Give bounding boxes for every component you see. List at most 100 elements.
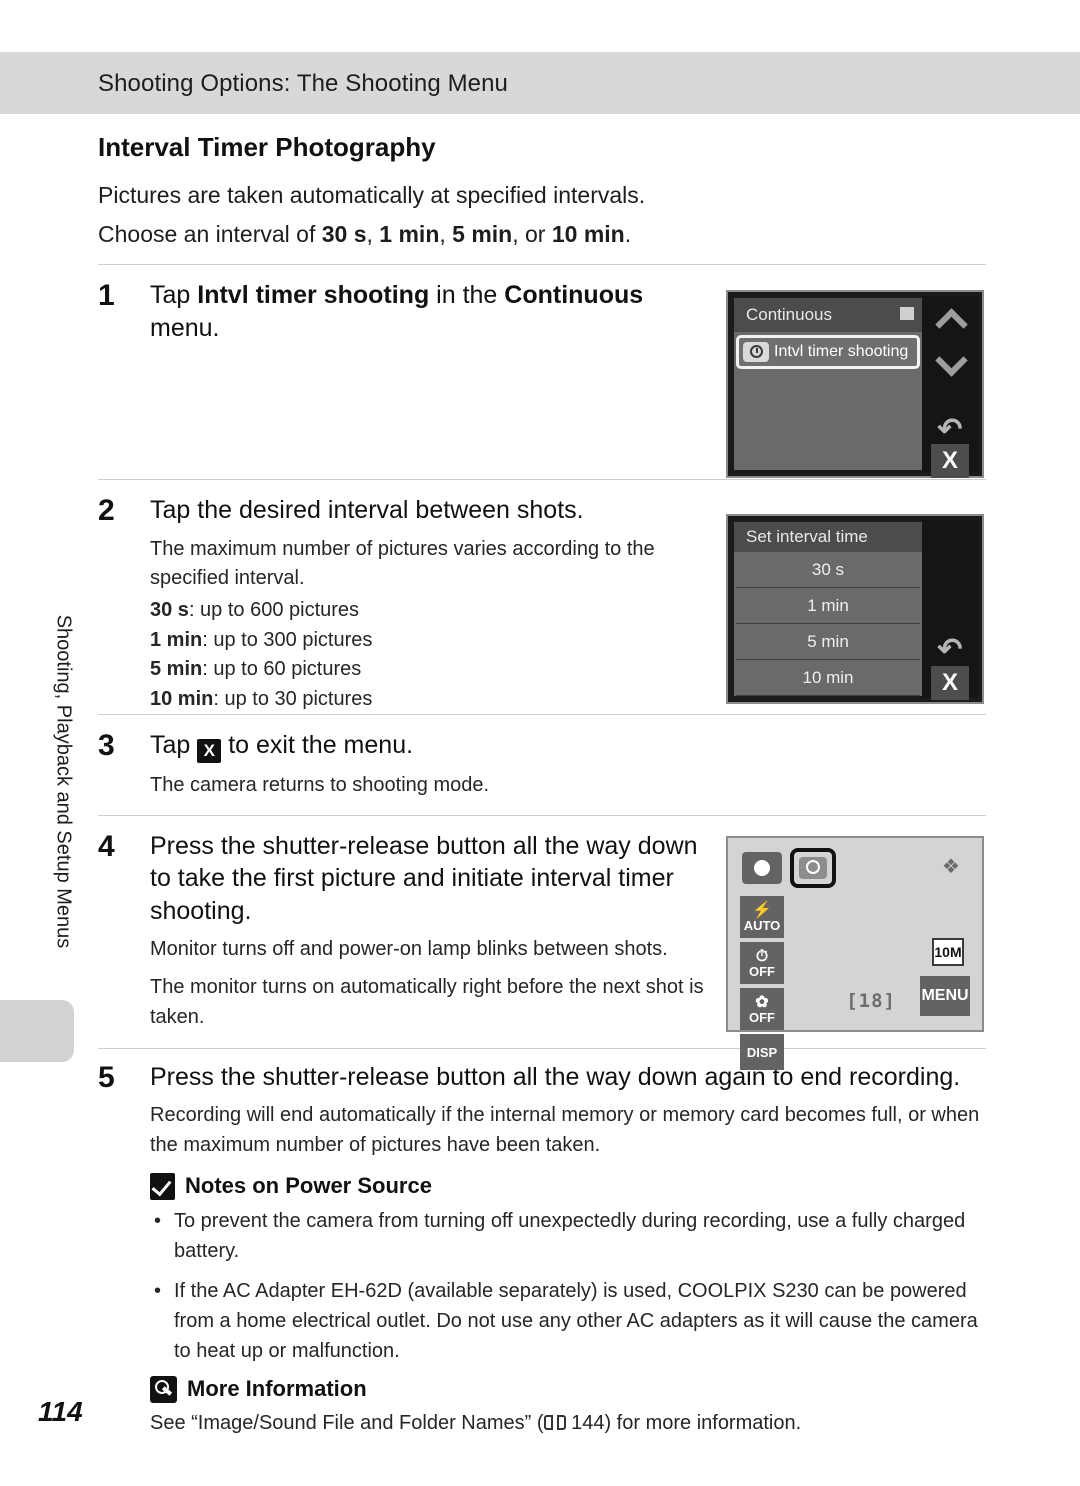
self-timer-button[interactable]: ⏱ OFF: [740, 942, 784, 984]
more-information-text: See “Image/Sound File and Folder Names” …: [150, 1409, 986, 1437]
flash-mode-button[interactable]: ⚡ AUTO: [740, 896, 784, 938]
close-icon: X: [941, 669, 958, 696]
step-2-interval-list: 30 s: up to 600 pictures 1 min: up to 30…: [150, 596, 720, 714]
continuous-menu-titlebar: Continuous: [734, 298, 922, 332]
step-3-head-pre: Tap: [150, 731, 198, 760]
step-3-number: 3: [98, 729, 115, 763]
lead2-sep-3: , or: [512, 220, 552, 247]
interval-label-1min: 1 min: [150, 628, 203, 651]
lead2-sep-1: ,: [366, 220, 380, 247]
step-2-subtext: The maximum number of pictures varies ac…: [150, 537, 655, 590]
interval-row-30s: 30 s: up to 600 pictures: [150, 596, 720, 626]
more-info-post: ) for more information.: [604, 1411, 802, 1434]
step-3-subtext: The camera returns to shooting mode.: [150, 774, 490, 797]
interval-value-30s: : up to 600 pictures: [188, 599, 360, 621]
option-label: 5 min: [807, 631, 849, 651]
more-information: More Information See “Image/Sound File a…: [150, 1375, 986, 1437]
step-1-head-mid: in the: [429, 281, 505, 310]
lead2-suffix: .: [624, 220, 632, 247]
self-timer-label: OFF: [749, 963, 775, 979]
notes-power-source-title-row: Notes on Power Source: [150, 1172, 986, 1200]
notes-power-source: Notes on Power Source To prevent the cam…: [150, 1172, 986, 1366]
step-1-bold-1: Intvl timer shooting: [197, 281, 430, 310]
screenshot-set-interval-time: Set interval time 30 s 1 min 5 min 10 mi…: [726, 514, 984, 704]
option-5min[interactable]: 5 min: [736, 624, 920, 660]
continuous-menu-title: Continuous: [746, 305, 833, 324]
interval-label-10min: 10 min: [150, 687, 214, 710]
screenshot-continuous-menu: Continuous Intvl timer shooting ↶ X: [726, 290, 984, 478]
menu-button[interactable]: MENU: [920, 976, 970, 1016]
lead2-prefix: Choose an interval of: [98, 220, 322, 247]
image-size-label: 10M: [934, 944, 962, 960]
intvl-timer-glyph-icon: [799, 857, 827, 879]
macro-mode-button[interactable]: ✿ OFF: [740, 988, 784, 1030]
option-label: 30 s: [811, 559, 845, 579]
step-4-subtext-1: Monitor turns off and power-on lamp blin…: [150, 938, 668, 961]
back-arrow-icon: ↶: [937, 633, 963, 666]
macro-flower-icon: ✿: [755, 993, 769, 1011]
chapter-side-tab-block: [0, 1000, 74, 1062]
more-info-ref-page: 144: [571, 1411, 605, 1434]
display-button-label: DISP: [746, 1044, 778, 1060]
step-1-number: 1: [98, 279, 115, 313]
option-10min[interactable]: 10 min: [736, 660, 920, 696]
interval-label-30s: 30 s: [150, 599, 189, 621]
set-interval-sidebar: ↶ X: [922, 520, 978, 700]
interval-row-1min: 1 min: up to 300 pictures: [150, 626, 720, 656]
step-5: 5 Press the shutter-release button all t…: [98, 1061, 986, 1161]
scroll-down-button[interactable]: [930, 342, 970, 378]
intvl-timer-active-icon[interactable]: [790, 848, 836, 888]
back-button[interactable]: ↶: [930, 632, 970, 668]
shots-remaining-counter: [18]: [846, 990, 896, 1012]
interval-value-1min: : up to 300 pictures: [202, 628, 373, 651]
tip-icon: [150, 1375, 177, 1403]
shooting-mode-icon[interactable]: [742, 852, 782, 884]
scroll-up-button[interactable]: [930, 302, 970, 338]
menu-button-label: MENU: [921, 987, 969, 1004]
option-label: 10 min: [802, 667, 854, 687]
continuous-menu-sidebar: ↶ X: [922, 296, 978, 478]
step-3: 3 Tap X to exit the menu. The camera ret…: [98, 729, 986, 801]
step-2-number: 2: [98, 494, 115, 528]
macro-mode-label: OFF: [749, 1009, 775, 1025]
option-label: 1 min: [807, 595, 849, 615]
image-size-badge: 10M: [932, 938, 964, 966]
divider-before-step-4: [98, 814, 986, 816]
back-arrow-icon: ↶: [937, 413, 963, 446]
menu-item-intvl-timer-shooting[interactable]: Intvl timer shooting: [736, 335, 920, 369]
interval-value-10min: : up to 30 pictures: [213, 687, 373, 710]
page-number: 114: [38, 1396, 83, 1427]
set-interval-titlebar: Set interval time: [734, 522, 922, 552]
step-5-subtext: Recording will end automatically if the …: [150, 1104, 980, 1156]
option-1min[interactable]: 1 min: [736, 588, 920, 624]
continuous-menu-body: Intvl timer shooting: [734, 332, 922, 470]
option-30s[interactable]: 30 s: [736, 552, 920, 588]
step-4-number: 4: [98, 829, 115, 863]
section-lead-1: Pictures are taken automatically at spec…: [98, 182, 646, 208]
section-lead-2: Choose an interval of 30 s, 1 min, 5 min…: [98, 218, 986, 251]
book-reference-icon: [543, 1414, 566, 1431]
intvl-timer-icon: [743, 342, 769, 362]
down-chevron-icon: [937, 347, 963, 373]
close-button[interactable]: X: [931, 444, 969, 478]
step-1-heading: Tap Intvl timer shooting in the Continuo…: [150, 279, 710, 344]
back-button[interactable]: ↶: [930, 412, 970, 448]
page-header-title: Shooting Options: The Shooting Menu: [98, 70, 508, 97]
section-title: Interval Timer Photography: [98, 132, 436, 162]
step-5-number: 5: [98, 1060, 115, 1094]
set-interval-options: 30 s 1 min 5 min 10 min: [734, 552, 922, 696]
interval-row-10min: 10 min: up to 30 pictures: [150, 685, 720, 715]
close-button[interactable]: X: [931, 666, 969, 700]
step-5-heading: Press the shutter-release button all the…: [150, 1062, 961, 1091]
interval-row-5min: 5 min: up to 60 pictures: [150, 655, 720, 685]
display-button[interactable]: DISP: [740, 1034, 784, 1070]
lead2-value-1: 30 s: [321, 220, 367, 247]
screenshot-shooting-display: ❖ ⚡ AUTO ⏱ OFF ✿ OFF DISP 10M [18] MENU: [726, 836, 984, 1070]
list-item: To prevent the camera from turning off u…: [150, 1206, 986, 1266]
menu-page-indicator-icon: [900, 307, 914, 320]
step-3-heading: Tap X to exit the menu.: [150, 729, 750, 764]
self-timer-icon: ⏱: [755, 947, 769, 965]
notes-power-source-title: Notes on Power Source: [185, 1173, 432, 1199]
lead2-value-2: 1 min: [379, 220, 440, 247]
divider-before-step-5: [98, 1047, 986, 1049]
